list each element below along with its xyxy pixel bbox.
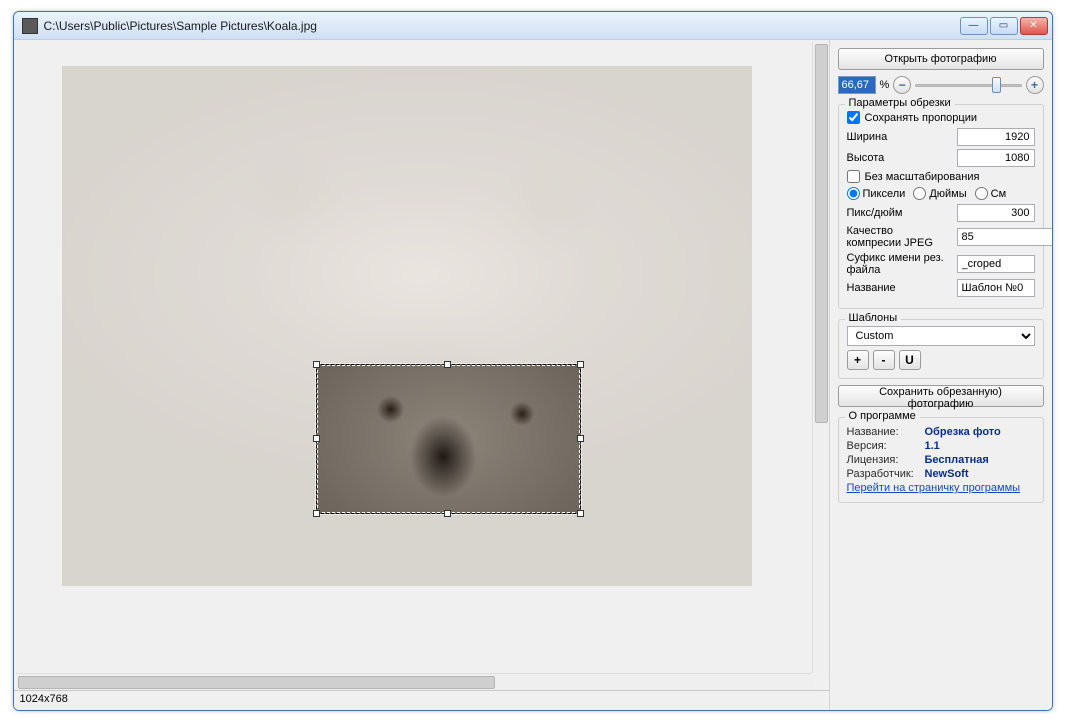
crop-handle-br[interactable] xyxy=(577,510,584,517)
templates-group: Шаблоны Custom + - U xyxy=(838,319,1044,379)
crop-handle-tr[interactable] xyxy=(577,361,584,368)
app-window: C:\Users\Public\Pictures\Sample Pictures… xyxy=(13,11,1053,711)
width-label: Ширина xyxy=(847,131,951,143)
suffix-label: Суфикс имени рез. файла xyxy=(847,252,951,276)
no-scale-input[interactable] xyxy=(847,170,860,183)
about-developer-value: NewSoft xyxy=(925,468,969,480)
height-input[interactable] xyxy=(957,149,1035,167)
ppi-input[interactable] xyxy=(957,204,1035,222)
crop-handle-ml[interactable] xyxy=(313,435,320,442)
jpeg-quality-input[interactable] xyxy=(957,228,1053,246)
no-scale-checkbox[interactable]: Без масштабирования xyxy=(847,170,1035,183)
unit-cm-radio[interactable]: См xyxy=(975,187,1007,200)
zoom-out-button[interactable]: − xyxy=(893,76,911,94)
unit-in-radio[interactable]: Дюймы xyxy=(913,187,966,200)
keep-ratio-checkbox[interactable]: Сохранять пропорции xyxy=(847,111,1035,124)
template-name-input[interactable] xyxy=(957,279,1035,297)
about-license-key: Лицензия: xyxy=(847,454,919,466)
width-input[interactable] xyxy=(957,128,1035,146)
about-group-title: О программе xyxy=(845,410,920,422)
templates-group-title: Шаблоны xyxy=(845,312,902,324)
keep-ratio-label: Сохранять пропорции xyxy=(865,112,978,124)
template-update-button[interactable]: U xyxy=(899,350,921,370)
app-icon xyxy=(22,18,38,34)
zoom-input[interactable] xyxy=(838,76,876,94)
unit-radios: Пиксели Дюймы См xyxy=(847,187,1035,200)
suffix-input[interactable] xyxy=(957,255,1035,273)
minimize-button[interactable]: — xyxy=(960,17,988,35)
window-controls: — ▭ ✕ xyxy=(960,17,1048,35)
crop-handle-tm[interactable] xyxy=(444,361,451,368)
horizontal-scrollbar[interactable] xyxy=(16,673,812,690)
crop-handle-tl[interactable] xyxy=(313,361,320,368)
zoom-percent-label: % xyxy=(880,79,890,91)
template-select[interactable]: Custom xyxy=(847,326,1035,346)
zoom-controls: % − + xyxy=(838,76,1044,94)
zoom-in-button[interactable]: + xyxy=(1026,76,1044,94)
canvas-area: 1024x768 xyxy=(14,40,829,710)
height-label: Высота xyxy=(847,152,951,164)
template-remove-button[interactable]: - xyxy=(873,350,895,370)
about-name-key: Название: xyxy=(847,426,919,438)
about-name-value: Обрезка фото xyxy=(925,426,1001,438)
crop-selection[interactable] xyxy=(316,364,581,514)
about-group: О программе Название:Обрезка фото Версия… xyxy=(838,417,1044,503)
status-bar: 1024x768 xyxy=(14,690,829,710)
side-panel: Открыть фотографию % − + Параметры обрез… xyxy=(829,40,1052,710)
titlebar: C:\Users\Public\Pictures\Sample Pictures… xyxy=(14,12,1052,40)
zoom-slider[interactable] xyxy=(915,76,1021,94)
keep-ratio-input[interactable] xyxy=(847,111,860,124)
crop-handle-bl[interactable] xyxy=(313,510,320,517)
crop-handle-mr[interactable] xyxy=(577,435,584,442)
vertical-scrollbar[interactable] xyxy=(812,42,829,673)
template-add-button[interactable]: + xyxy=(847,350,869,370)
no-scale-label: Без масштабирования xyxy=(865,171,980,183)
template-name-label: Название xyxy=(847,282,951,294)
about-developer-key: Разработчик: xyxy=(847,468,919,480)
close-button[interactable]: ✕ xyxy=(1020,17,1048,35)
jpeg-quality-label: Качество компресии JPEG xyxy=(847,225,951,249)
about-version-key: Версия: xyxy=(847,440,919,452)
crop-handle-bm[interactable] xyxy=(444,510,451,517)
crop-params-group: Параметры обрезки Сохранять пропорции Ши… xyxy=(838,104,1044,309)
about-link[interactable]: Перейти на страничку программы xyxy=(847,482,1021,494)
open-photo-button[interactable]: Открыть фотографию xyxy=(838,48,1044,70)
image-viewport[interactable] xyxy=(16,42,829,690)
maximize-button[interactable]: ▭ xyxy=(990,17,1018,35)
window-title: C:\Users\Public\Pictures\Sample Pictures… xyxy=(44,19,960,33)
unit-px-radio[interactable]: Пиксели xyxy=(847,187,906,200)
jpeg-quality-spinner[interactable]: ▲▼ xyxy=(957,228,1035,246)
client-area: 1024x768 Открыть фотографию % − + Параме… xyxy=(14,40,1052,710)
image-dimensions: 1024x768 xyxy=(20,693,68,705)
crop-group-title: Параметры обрезки xyxy=(845,97,955,109)
ppi-label: Пикс/дюйм xyxy=(847,207,951,219)
about-license-value: Бесплатная xyxy=(925,454,989,466)
save-cropped-button[interactable]: Сохранить обрезанную) фотографию xyxy=(838,385,1044,407)
about-version-value: 1.1 xyxy=(925,440,940,452)
